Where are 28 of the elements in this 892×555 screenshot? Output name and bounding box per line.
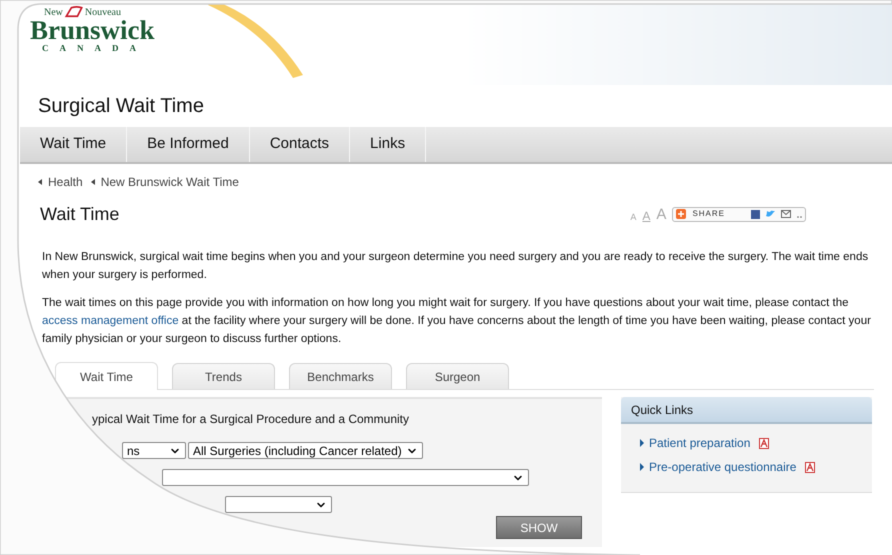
logo[interactable]: New Nouveau Brunswick CANADA xyxy=(30,6,155,85)
site-title: Surgical Wait Time xyxy=(38,94,204,119)
paragraph: The wait times on this page provide you with information on how long you might wait for surgery. If you have questions about your wait time, please contact the access management office at the facility where your surgery will be done. If you have concerns about the length of time you have been waiting, please contact your family physician or your surgeon to discuss further options. xyxy=(42,296,872,347)
breadcrumb-link[interactable]: Health xyxy=(38,173,83,191)
nav-link[interactable]: Be Informed xyxy=(127,127,250,162)
show-button[interactable]: SHOW xyxy=(496,516,582,539)
nav-link[interactable]: Links xyxy=(350,127,426,162)
logo-word: Nouveau xyxy=(84,8,121,18)
logo-word: New xyxy=(44,8,63,18)
breadcrumb-link[interactable]: New Brunswick Wait Time xyxy=(90,173,239,191)
nav-link[interactable]: Wait Time xyxy=(20,127,128,162)
form-caption: ypical Wait Time for a Surgical Procedure and a Community xyxy=(92,411,410,428)
paragraph: In New Brunswick, surgical wait time begins when you and your surgeon determine you need surgery and you are ready to receive the surgery. The wait time ends when your surgery is performed. xyxy=(42,250,870,283)
share-button[interactable]: SHARE xyxy=(672,206,806,222)
quick-link[interactable]: Pre-operative questionnaire xyxy=(649,458,796,476)
panel-title: Quick Links xyxy=(631,402,694,418)
tab[interactable]: Surgeon xyxy=(406,363,509,389)
tab[interactable]: Wait Time xyxy=(55,362,158,390)
logo-country: CANADA xyxy=(42,42,147,55)
logo-name: Brunswick xyxy=(30,18,155,42)
select-field[interactable]: ns xyxy=(122,442,186,459)
page-title: Wait Time xyxy=(40,202,120,226)
tab[interactable]: Benchmarks xyxy=(289,363,392,389)
tab[interactable]: Trends xyxy=(172,363,275,389)
text-link[interactable]: access management office xyxy=(42,315,179,327)
quick-link[interactable]: Patient preparation xyxy=(649,434,750,452)
nav-link[interactable]: Contacts xyxy=(250,127,350,162)
select-field[interactable]: All Surgeries (including Cancer related) xyxy=(188,442,423,459)
